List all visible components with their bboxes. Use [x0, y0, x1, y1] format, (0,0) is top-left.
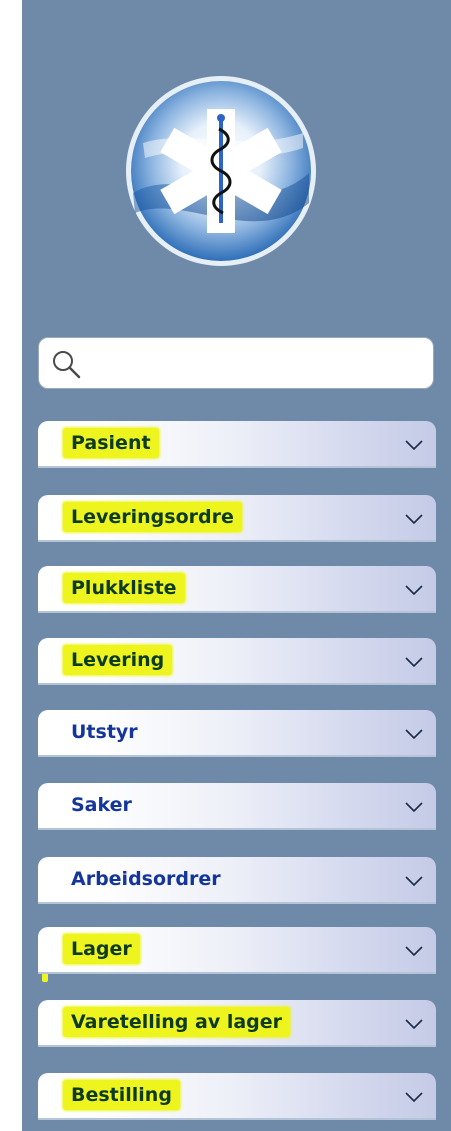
menu-item-plukkliste[interactable]: Plukkliste	[38, 566, 436, 613]
menu-item-lager[interactable]: Lager	[38, 927, 436, 974]
menu-item-leveringsordre[interactable]: Leveringsordre	[38, 495, 436, 542]
menu-item-label: Varetelling av lager	[63, 1007, 291, 1037]
menu-item-levering[interactable]: Levering	[38, 638, 436, 685]
menu-item-label: Pasient	[63, 428, 159, 458]
chevron-down-icon[interactable]	[404, 435, 424, 455]
search-input[interactable]	[89, 344, 423, 384]
chevron-down-icon[interactable]	[404, 941, 424, 961]
chevron-down-icon[interactable]	[404, 509, 424, 529]
menu-item-label: Lager	[63, 934, 140, 964]
menu-item-utstyr[interactable]: Utstyr	[38, 710, 436, 757]
search-icon	[53, 351, 81, 379]
chevron-down-icon[interactable]	[404, 580, 424, 600]
navigation-sidebar: Pasient Leveringsordre Plukkliste Levering U…	[22, 0, 451, 1131]
menu-item-arbeidsordrer[interactable]: Arbeidsordrer	[38, 857, 436, 904]
star-of-life-logo-icon	[126, 76, 316, 266]
chevron-down-icon[interactable]	[404, 1014, 424, 1034]
menu-item-saker[interactable]: Saker	[38, 783, 436, 830]
menu-item-label: Saker	[71, 794, 132, 816]
menu-item-label: Plukkliste	[63, 573, 185, 603]
chevron-down-icon[interactable]	[404, 871, 424, 891]
chevron-down-icon[interactable]	[404, 724, 424, 744]
chevron-down-icon[interactable]	[404, 1087, 424, 1107]
menu-item-bestilling[interactable]: Bestilling	[38, 1073, 436, 1120]
menu-item-label: Bestilling	[63, 1080, 180, 1110]
menu-item-label: Arbeidsordrer	[71, 868, 221, 890]
menu-item-label: Leveringsordre	[63, 502, 242, 532]
menu-item-label: Levering	[63, 645, 173, 675]
search-box[interactable]	[38, 337, 434, 389]
menu-item-varetelling-av-lager[interactable]: Varetelling av lager	[38, 1000, 436, 1047]
menu-item-label: Utstyr	[71, 721, 138, 743]
chevron-down-icon[interactable]	[404, 797, 424, 817]
chevron-down-icon[interactable]	[404, 652, 424, 672]
menu-item-pasient[interactable]: Pasient	[38, 421, 436, 468]
